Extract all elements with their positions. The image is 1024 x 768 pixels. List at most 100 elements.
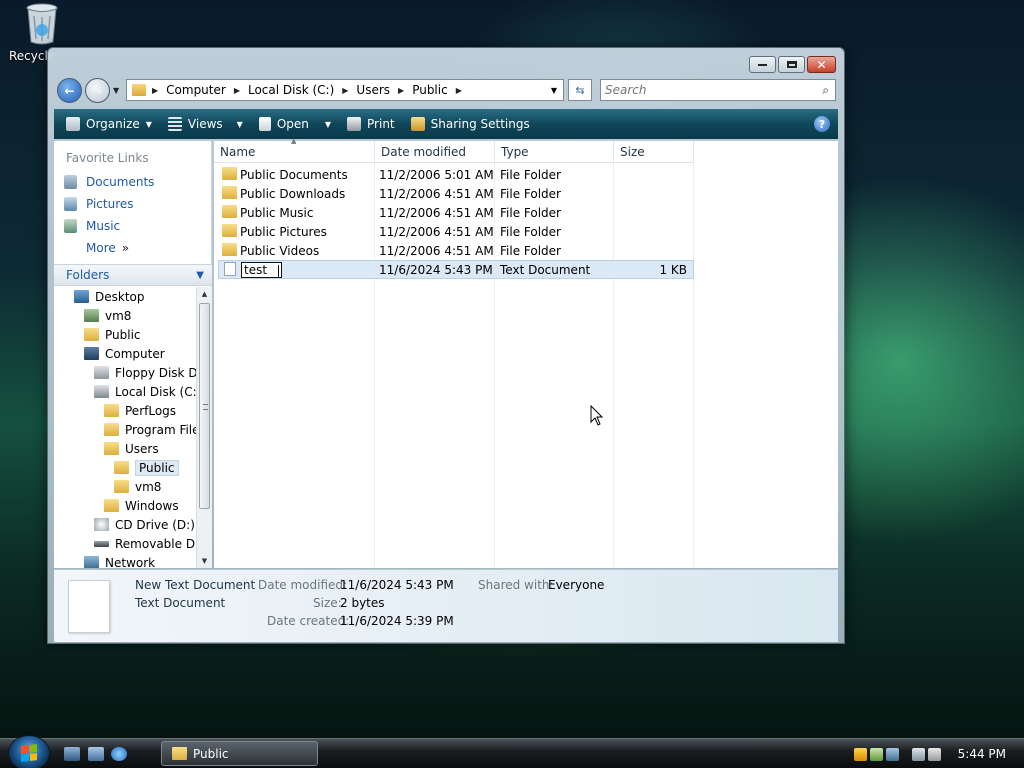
- column-header-size[interactable]: Size: [614, 141, 694, 163]
- column-header-name[interactable]: ▲ Name: [214, 137, 375, 163]
- favorite-documents[interactable]: Documents: [64, 175, 154, 189]
- close-button[interactable]: ✕: [807, 56, 836, 73]
- back-button[interactable]: ←: [57, 78, 82, 103]
- recent-pages-dropdown[interactable]: ▼: [113, 86, 119, 95]
- rename-field[interactable]: test: [241, 262, 282, 278]
- scroll-up-icon[interactable]: ▲: [197, 287, 212, 301]
- taskbar-window-public[interactable]: Public: [161, 741, 318, 766]
- security-shield-icon[interactable]: [853, 747, 867, 761]
- sharing-settings-button[interactable]: Sharing Settings: [407, 111, 534, 137]
- chevron-right-icon[interactable]: ▶: [342, 86, 348, 95]
- search-box[interactable]: ⌕: [600, 79, 836, 101]
- tree-item-perflogs[interactable]: PerfLogs: [104, 401, 176, 420]
- crumb-public[interactable]: Public: [412, 83, 448, 97]
- file-name: Public Downloads: [240, 186, 346, 201]
- tree-item-windows[interactable]: Windows: [104, 496, 179, 515]
- scroll-down-icon[interactable]: ▼: [197, 554, 212, 568]
- desktop-icon: [74, 290, 89, 303]
- column-header-date[interactable]: Date modified: [375, 141, 495, 163]
- documents-icon: [64, 175, 77, 189]
- switch-windows-icon[interactable]: [88, 747, 104, 761]
- search-input[interactable]: [605, 83, 805, 97]
- cd-drive-icon: [94, 518, 109, 531]
- refresh-button[interactable]: ⇆: [568, 79, 592, 101]
- arrow-left-icon: ←: [64, 83, 75, 98]
- crumb-users[interactable]: Users: [356, 83, 390, 97]
- help-button[interactable]: ?: [814, 116, 830, 132]
- file-row[interactable]: Public Videos 11/2/2006 4:51 AM File Fol…: [218, 241, 694, 260]
- file-row[interactable]: Public Music 11/2/2006 4:51 AM File Fold…: [218, 203, 694, 222]
- address-dropdown-icon[interactable]: ▼: [551, 86, 557, 95]
- tree-item-label: vm8: [105, 308, 132, 323]
- search-icon[interactable]: ⌕: [822, 83, 829, 98]
- sort-ascending-icon: ▲: [291, 137, 297, 145]
- tree-item-vm8[interactable]: vm8: [84, 306, 131, 325]
- chevron-right-icon[interactable]: ▶: [398, 86, 404, 95]
- file-type: File Folder: [500, 186, 561, 201]
- breadcrumb: ▶ Computer ▶ Local Disk (C:) ▶ Users ▶ P…: [150, 83, 470, 97]
- update-icon[interactable]: [885, 747, 899, 761]
- tree-scrollbar[interactable]: ▲ ▼: [196, 287, 212, 568]
- tree-item-local-disk[interactable]: Local Disk (C:): [94, 382, 196, 401]
- open-button[interactable]: Open ▼: [255, 111, 335, 137]
- chevron-right-icon[interactable]: ▶: [234, 86, 240, 95]
- tree-item-network[interactable]: Network: [84, 553, 155, 568]
- public-folder-icon: [114, 461, 129, 474]
- file-name: Public Documents: [240, 167, 348, 182]
- tree-item-users[interactable]: Users: [104, 439, 159, 458]
- folders-header[interactable]: Folders ▼: [54, 264, 212, 286]
- favorite-music[interactable]: Music: [64, 219, 120, 233]
- network-tray-icon[interactable]: [911, 747, 925, 761]
- explorer-window: ✕ ← → ▼ ▶ Computer ▶ Local Disk (C:) ▶ U…: [47, 47, 845, 644]
- tree-item-label: Computer: [105, 346, 165, 361]
- clock[interactable]: 5:44 PM: [958, 747, 1006, 761]
- favorite-more[interactable]: More »: [86, 241, 129, 255]
- tree-item-floppy[interactable]: Floppy Disk Dr: [94, 363, 196, 382]
- tree-item-label: Public: [135, 459, 179, 476]
- sharing-label: Sharing Settings: [430, 117, 530, 131]
- print-label: Print: [367, 117, 395, 131]
- tree-item-removable[interactable]: Removable Dis: [94, 534, 196, 553]
- show-desktop-icon[interactable]: [64, 747, 80, 761]
- favorite-pictures[interactable]: Pictures: [64, 197, 134, 211]
- file-row[interactable]: Public Documents 11/2/2006 5:01 AM File …: [218, 165, 694, 184]
- column-header-type[interactable]: Type: [495, 141, 614, 163]
- chevron-right-icon[interactable]: ▶: [152, 86, 158, 95]
- start-button[interactable]: [8, 735, 50, 768]
- file-row[interactable]: Public Downloads 11/2/2006 4:51 AM File …: [218, 184, 694, 203]
- file-type: File Folder: [500, 243, 561, 258]
- tree-item-public[interactable]: Public: [84, 325, 141, 344]
- chevron-right-icon[interactable]: ▶: [456, 86, 462, 95]
- tree-item-program-files[interactable]: Program File: [104, 420, 196, 439]
- crumb-computer[interactable]: Computer: [166, 83, 226, 97]
- address-bar[interactable]: ▶ Computer ▶ Local Disk (C:) ▶ Users ▶ P…: [126, 79, 564, 101]
- print-button[interactable]: Print: [343, 111, 399, 137]
- organize-button[interactable]: Organize ▼: [62, 111, 156, 137]
- tree-item-desktop[interactable]: Desktop: [74, 287, 145, 306]
- maximize-button[interactable]: [778, 56, 805, 73]
- forward-button[interactable]: →: [85, 78, 110, 103]
- tree-item-computer[interactable]: Computer: [84, 344, 165, 363]
- tree-item-cd-drive[interactable]: CD Drive (D:): [94, 515, 195, 534]
- tree-item-users-vm8[interactable]: vm8: [114, 477, 161, 496]
- volume-muted-icon[interactable]: [927, 747, 941, 761]
- taskbar: Public 5:44 PM: [0, 735, 1024, 768]
- folder-icon: [132, 84, 146, 96]
- file-date: 11/2/2006 5:01 AM: [379, 167, 494, 182]
- scroll-thumb[interactable]: [199, 303, 210, 509]
- internet-explorer-icon[interactable]: [111, 747, 127, 761]
- file-date: 11/2/2006 4:51 AM: [379, 205, 494, 220]
- column-label: Date modified: [381, 144, 467, 159]
- folder-icon: [222, 185, 237, 199]
- column-label: Size: [620, 144, 645, 159]
- tree-item-users-public[interactable]: Public: [114, 458, 179, 477]
- views-button[interactable]: Views ▼: [164, 111, 247, 137]
- close-icon: ✕: [816, 57, 827, 72]
- refresh-icon: ⇆: [575, 83, 585, 97]
- minimize-button[interactable]: [749, 56, 776, 73]
- windows-defender-icon[interactable]: [869, 747, 883, 761]
- file-row-selected[interactable]: test 11/6/2024 5:43 PM Text Document 1 K…: [218, 260, 694, 279]
- file-row[interactable]: Public Pictures 11/2/2006 4:51 AM File F…: [218, 222, 694, 241]
- created-value: 11/6/2024 5:39 PM: [340, 614, 454, 628]
- crumb-local-disk[interactable]: Local Disk (C:): [248, 83, 334, 97]
